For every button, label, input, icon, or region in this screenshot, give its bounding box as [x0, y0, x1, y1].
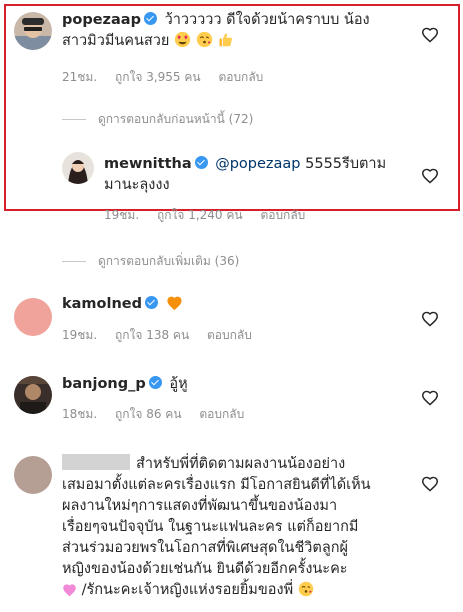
view-more-replies-label: ดูการตอบกลับเพิ่มเติม (36)	[98, 254, 240, 268]
heart-outline-icon[interactable]	[421, 27, 439, 43]
reply-meta: 19ชม. ถูกใจ 1,240 คน ตอบกลับ	[104, 206, 319, 225]
comment-body: สำหรับพี่ที่ติดตามผลงานน้องอย่าง เสมอมาต…	[62, 454, 422, 604]
comment-text-line2: เสมอมาตั้งแต่ละครเรื่องแรก มีโอกาสยินดีท…	[62, 477, 371, 493]
timestamp: 21ชม.	[62, 70, 98, 84]
kiss-emoji	[196, 31, 213, 55]
verified-badge-icon	[143, 12, 157, 25]
username[interactable]: kamolned	[62, 296, 142, 312]
verified-badge-icon	[148, 376, 162, 389]
avatar-image-mewnittha	[62, 152, 94, 184]
heart-outline-icon[interactable]	[421, 168, 439, 184]
orange-heart-emoji	[166, 295, 183, 318]
avatar[interactable]	[62, 152, 94, 184]
avatar[interactable]	[14, 456, 52, 494]
comment-body: banjong_p อู้หู	[62, 374, 402, 395]
divider-line	[62, 119, 86, 120]
comment-text-line5: ส่วนร่วมอวยพรในโอกาสที่พิเศษสุดในชีวิตลู…	[62, 540, 348, 556]
comment-text: อู้หู	[169, 376, 188, 392]
comment-text-line4: เรื่อยๆจนปัจจุบัน ในฐานะแฟนละคร แต่ก็อยา…	[62, 519, 359, 535]
blurred-username[interactable]	[62, 454, 130, 470]
pink-heart-emoji	[62, 583, 77, 604]
comment-text-line3: ผลงานใหม่ๆการแสดงที่พัฒนาขึ้นของน้องมา	[62, 498, 338, 514]
heart-eyes-emoji	[174, 31, 191, 55]
reply-button[interactable]: ตอบกลับ	[199, 407, 244, 421]
verified-badge-icon	[145, 296, 159, 309]
reply-text-line2: มานะลุงงง	[104, 177, 170, 193]
comment-body: popezaap ว้าววววว ดีใจด้วยน้าคราบบ น้อง …	[62, 10, 402, 55]
timestamp: 19ชม.	[104, 208, 140, 222]
view-previous-replies[interactable]: ดูการตอบกลับก่อนหน้านี้ (72)	[62, 110, 253, 129]
avatar-image-banjong-p	[14, 376, 52, 414]
like-count[interactable]: ถูกใจ 1,240 คน	[157, 208, 243, 222]
avatar[interactable]	[14, 12, 52, 50]
view-more-replies[interactable]: ดูการตอบกลับเพิ่มเติม (36)	[62, 252, 239, 271]
reply-body: mewnittha @popezaap 5555รีบตาม มานะลุงงง	[104, 154, 424, 196]
like-count[interactable]: ถูกใจ 86 คน	[115, 407, 182, 421]
reply-text: 5555รีบตาม	[300, 156, 387, 172]
view-previous-replies-label: ดูการตอบกลับก่อนหน้านี้ (72)	[98, 112, 254, 126]
username[interactable]: mewnittha	[104, 156, 192, 172]
divider-line	[62, 261, 86, 262]
avatar[interactable]	[14, 298, 52, 336]
thumbs-up-emoji	[217, 31, 234, 55]
comment-meta: 19ชม. ถูกใจ 138 คน ตอบกลับ	[62, 326, 266, 345]
comment-meta: 21ชม. ถูกใจ 3,955 คน ตอบกลับ	[62, 68, 277, 87]
username[interactable]: popezaap	[62, 12, 141, 28]
comment-text: ว้าววววว ดีใจด้วยน้าคราบบ น้อง	[164, 12, 370, 28]
avatar-image-popezaap	[14, 12, 52, 50]
comment-text-line2: สาวมิวมีนคนสวย	[62, 33, 170, 49]
reply-button[interactable]: ตอบกลับ	[218, 70, 263, 84]
timestamp: 18ชม.	[62, 407, 98, 421]
timestamp: 19ชม.	[62, 328, 98, 342]
verified-badge-icon	[194, 156, 208, 169]
username[interactable]: banjong_p	[62, 376, 146, 392]
like-count[interactable]: ถูกใจ 3,955 คน	[115, 70, 201, 84]
comment-text-line6: หญิงของน้องด้วยเช่นกัน ยินดีด้วยอีกครั้ง…	[62, 561, 348, 577]
heart-outline-icon[interactable]	[421, 311, 439, 327]
comment-meta: 18ชม. ถูกใจ 86 คน ตอบกลับ	[62, 405, 258, 424]
comment-text-line1: สำหรับพี่ที่ติดตามผลงานน้องอย่าง	[136, 456, 346, 472]
reply-button[interactable]: ตอบกลับ	[207, 328, 252, 342]
heart-outline-icon[interactable]	[421, 390, 439, 406]
reply-button[interactable]: ตอบกลับ	[260, 208, 305, 222]
mention-link[interactable]: @popezaap	[215, 156, 300, 172]
kiss-emoji	[298, 581, 314, 604]
heart-outline-icon[interactable]	[421, 476, 439, 492]
comment-text-line7: /รักนะคะเจ้าหญิงแห่งรอยยิ้มของพี่	[77, 582, 294, 598]
avatar[interactable]	[14, 376, 52, 414]
like-count[interactable]: ถูกใจ 138 คน	[115, 328, 189, 342]
comment-body: kamolned	[62, 294, 402, 318]
